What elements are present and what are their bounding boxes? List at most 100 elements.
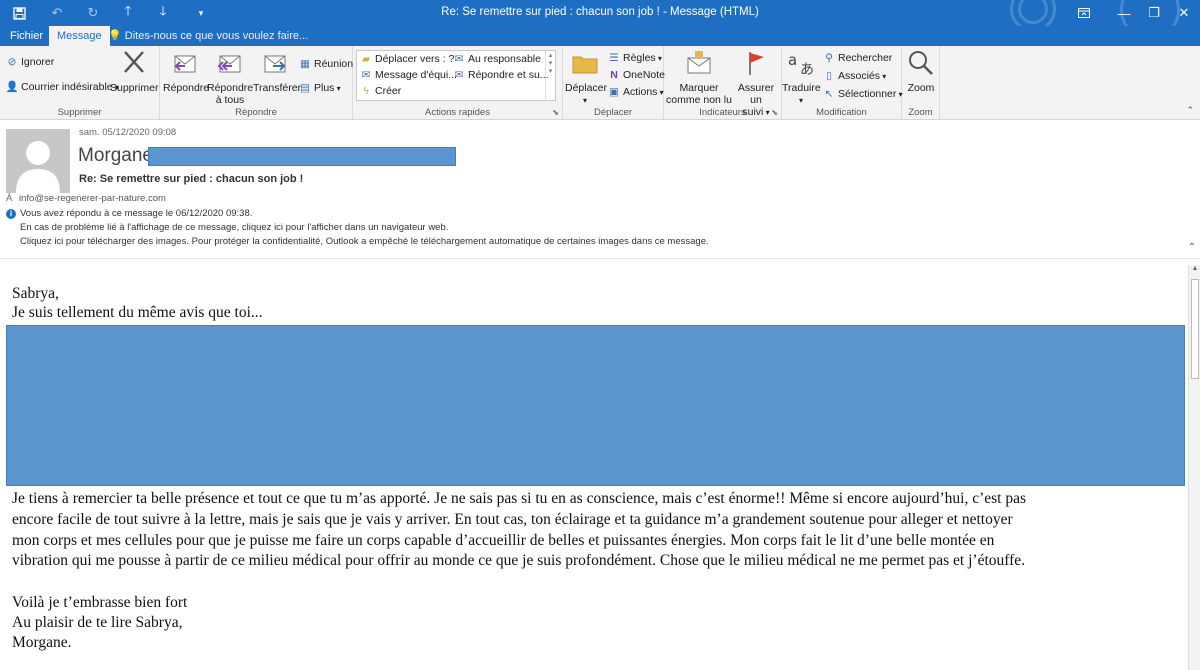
body-scrollbar[interactable]: ▲ [1188,265,1200,670]
group-label-supprimer: Supprimer [57,107,102,118]
to-label: À [6,193,13,204]
tell-me-search[interactable]: 💡 Dites-nous ce que vous voulez faire... [108,26,308,46]
tab-fichier[interactable]: Fichier [2,26,51,46]
collapse-ribbon-icon[interactable]: ⌃ [1186,105,1194,116]
quick-step-message-equipe[interactable]: ✉ Message d'équi... [359,67,457,84]
info-browser-link[interactable]: En cas de problème lié à l'affichage de … [20,222,448,233]
quick-step-creer[interactable]: ϟ Créer [359,83,401,100]
message-body: Sabrya, Je suis tellement du même avis q… [0,260,1188,670]
avatar [6,129,70,193]
marquer-non-lu-button[interactable]: Marquer comme non lu [666,48,732,106]
flag-icon [749,52,764,75]
ignorer-button[interactable]: ⊘ Ignorer [5,54,55,71]
ignore-icon: ⊘ [7,56,17,68]
info-replied: Vous avez répondu à ce message le 06/12/… [20,208,253,219]
quick-steps-scroll[interactable]: ▴ ▾ ▾ [545,51,555,100]
scroll-up-icon[interactable]: ▲ [1189,265,1200,277]
group-repondre: Répondre Répondre à tous Transférer ▦ Réun… [160,46,353,120]
recipient-address[interactable]: info@se-regenerer-par-nature.com [19,193,166,204]
body-greeting: Sabrya, [12,285,59,302]
svg-text:a: a [788,51,797,69]
title-bar: ↶ ↻ 🡑 🡓 ▾ Re: Se remettre sur pied : cha… [0,0,1200,26]
quick-step-repondre-supprimer[interactable]: ✉ Répondre et su... [452,67,549,84]
svg-text:あ: あ [800,62,814,78]
regles-button[interactable]: ☰ Règles ▾ [607,50,662,67]
reply-all-icon [217,55,241,73]
onenote-icon: N [610,69,618,81]
body-paragraph-line: encore facile de tout suivre à la lettre… [12,511,1013,528]
quick-step-deplacer-vers[interactable]: ▰ Déplacer vers : ? [359,51,454,68]
tell-me-text: Dites-nous ce que vous voulez faire... [124,30,309,42]
forward-manager-icon: ✉ [454,53,464,65]
onenote-button[interactable]: N OneNote [607,67,665,84]
ribbon-display-options-icon[interactable] [1064,0,1104,26]
delete-x-icon [124,51,144,73]
courrier-indesirable-button[interactable]: 👤 Courrier indésirable ▾ [5,79,118,96]
info-download-images[interactable]: Cliquez ici pour télécharger des images.… [20,236,709,247]
collapse-header-icon[interactable]: ⌃ [1188,242,1196,253]
translate-icon: aあ [788,51,814,78]
lightbulb-icon: 💡 [108,30,122,42]
group-modification: aあ Traduire ▾ ⚲ Rechercher ▯ Associés ▾ ↖ Sé… [782,46,903,120]
body-closing-line: Voilà je t’embrasse bien fort [12,594,188,611]
selectionner-button[interactable]: ↖ Sélectionner ▾ [822,86,903,103]
body-paragraph-line: vibration qui me pousse à partir de ce m… [12,552,1026,569]
group-label-deplacer: Déplacer [593,107,633,118]
associes-button[interactable]: ▯ Associés ▾ [822,68,886,85]
deplacer-button[interactable]: Déplacer ▾ [565,48,607,107]
reunion-button[interactable]: ▦ Réunion [298,56,353,73]
junk-icon: 👤 [5,81,19,93]
lightning-icon: ϟ [363,85,369,97]
reply-icon [174,55,196,73]
info-icon: i [6,209,16,219]
more-icon: ▤ [300,82,310,94]
group-indicateurs: Marquer comme non lu Assurer un suivi ▾ ⬊ … [664,46,782,120]
ribbon: ⊘ Ignorer 👤 Courrier indésirable ▾ Supprim… [0,46,1200,120]
cursor-icon: ↖ [824,88,834,100]
unread-envelope-icon [687,51,711,74]
message-date: sam. 05/12/2020 09:08 [79,127,177,138]
traduire-button[interactable]: aあ Traduire ▾ [782,48,821,107]
message-header: sam. 05/12/2020 09:08 Morgane Re: Se rem… [0,121,1200,259]
plus-button[interactable]: ▤ Plus ▾ [298,80,341,97]
repondre-a-tous-button[interactable]: Répondre à tous [207,48,253,106]
close-icon[interactable]: ✕ [1164,0,1200,26]
body-paragraph-line: mon corps et mes cellules pour que je pu… [12,532,995,549]
quick-step-au-responsable[interactable]: ✉ Au responsable [452,51,541,68]
actions-icon: ▣ [609,86,619,98]
search-icon: ⚲ [825,52,833,64]
actions-button[interactable]: ▣ Actions ▾ [607,84,664,101]
redacted-sender-email [148,147,456,166]
reply-delete-icon: ✉ [454,69,464,81]
group-label-modification: Modification [816,107,867,118]
group-actions-rapides: ▰ Déplacer vers : ? ✉ Au responsable ✉ Mess… [353,46,563,120]
scroll-thumb[interactable] [1191,279,1199,379]
group-supprimer: ⊘ Ignorer 👤 Courrier indésirable ▾ Supprim… [0,46,160,120]
group-deplacer: Déplacer ▾ ☰ Règles ▾ N OneNote ▣ Actions ▾ … [563,46,665,120]
group-label-actions-rapides: Actions rapides [425,107,490,118]
supprimer-button[interactable]: Supprimer [110,48,158,94]
folder-icon [572,56,598,74]
message-subject: Re: Se remettre sur pied : chacun son jo… [79,173,304,185]
group-zoom: Zoom Zoom [902,46,940,120]
magnifier-icon [909,51,933,75]
zoom-button[interactable]: Zoom [904,48,938,94]
body-closing-line: Morgane. [12,634,72,651]
transferer-button[interactable]: Transférer [253,48,301,94]
repondre-button[interactable]: Répondre [163,48,209,94]
group-label-indicateurs: Indicateurs [699,107,746,118]
redacted-body-block [6,325,1185,486]
group-label-zoom: Zoom [908,107,933,118]
rechercher-button[interactable]: ⚲ Rechercher [822,50,892,67]
team-email-icon: ✉ [361,69,371,81]
meeting-icon: ▦ [300,58,310,70]
folder-move-icon: ▰ [361,53,371,65]
related-icon: ▯ [826,70,832,82]
rules-icon: ☰ [609,52,619,64]
body-closing-line: Au plaisir de te lire Sabrya, [12,614,183,631]
quick-steps-gallery: ▰ Déplacer vers : ? ✉ Au responsable ✉ Mess… [356,50,556,101]
forward-icon [264,55,286,73]
tab-message[interactable]: Message [49,26,110,46]
window-title: Re: Se remettre sur pied : chacun son jo… [441,6,759,18]
sender-name[interactable]: Morgane [78,145,153,167]
